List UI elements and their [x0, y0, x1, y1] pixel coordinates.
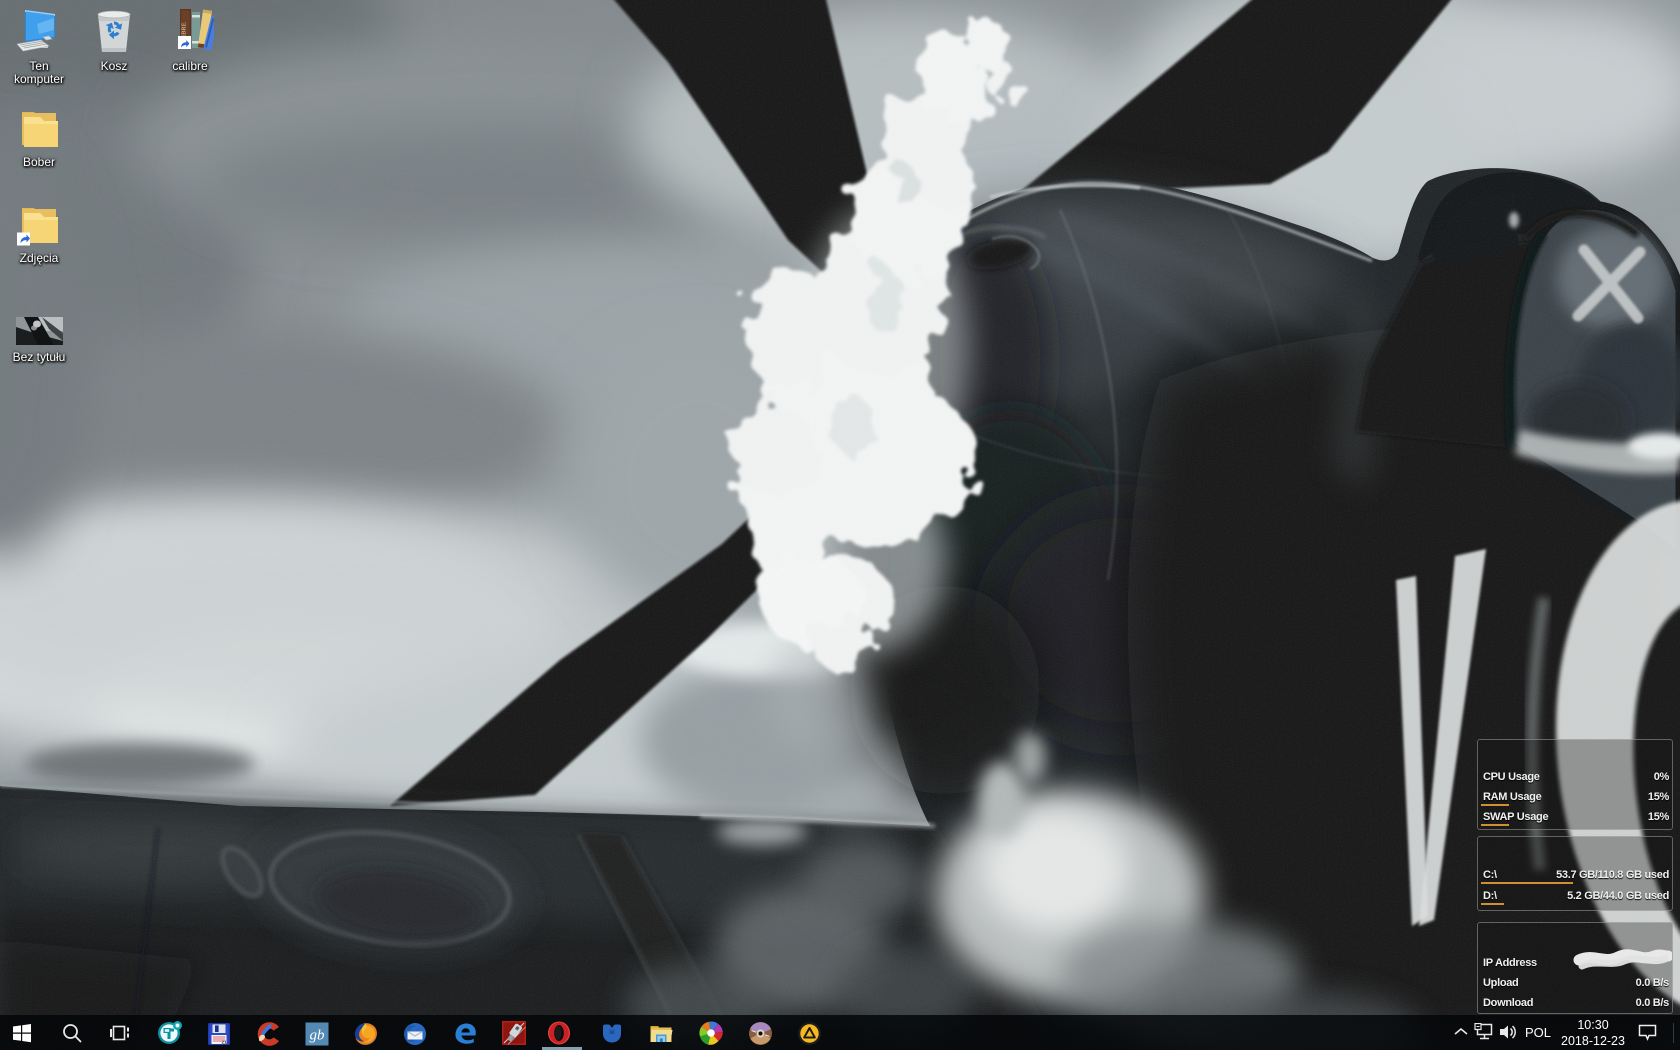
svg-text:gb: gb	[310, 1028, 326, 1044]
svg-text:21: 21	[222, 1040, 228, 1045]
